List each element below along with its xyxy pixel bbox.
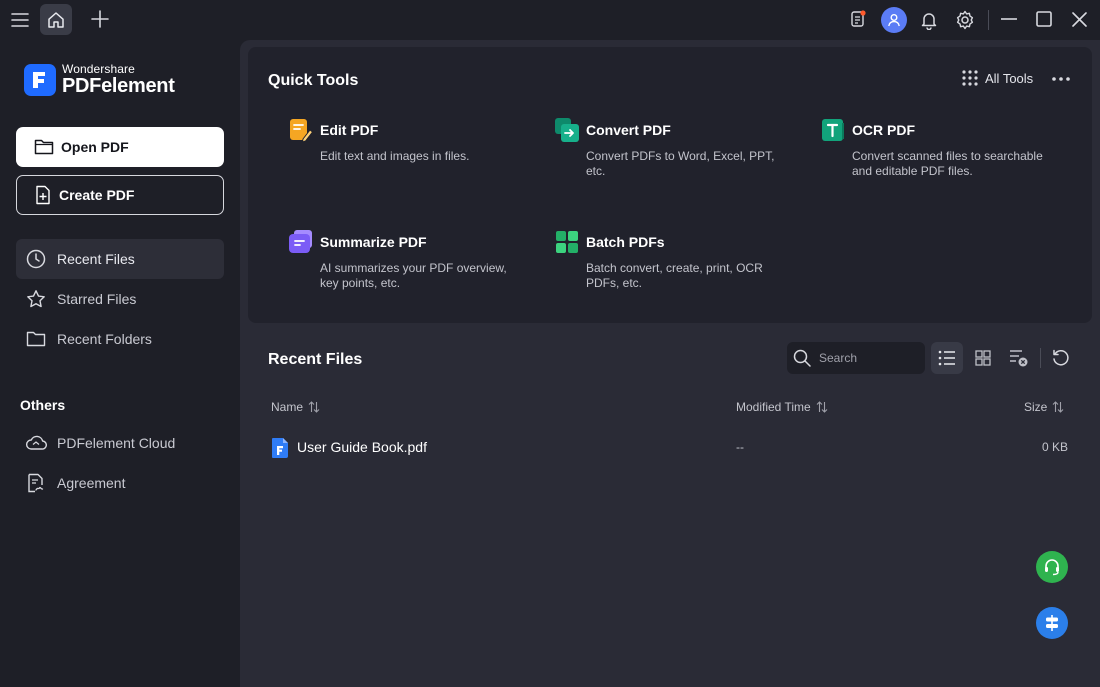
summarize-pdf-icon [288,229,314,255]
tool-name: Batch PDFs [586,234,665,250]
tool-description: Convert PDFs to Word, Excel, PPT, etc. [586,149,775,178]
refresh-button[interactable] [1045,342,1077,374]
ocr-pdf-icon [820,117,846,143]
support-button[interactable] [1036,551,1068,583]
table-row[interactable]: User Guide Book.pdf -- 0 KB [264,430,1076,464]
column-header-label: Name [271,400,304,414]
tool-convert-pdf[interactable]: Convert PDF Convert PDFs to Word, Excel,… [554,117,794,179]
file-size: 0 KB [1041,440,1068,454]
create-pdf-label: Create PDF [59,187,135,203]
tool-ocr-pdf[interactable]: OCR PDF Convert scanned files to searcha… [820,117,1060,179]
title-bar [0,0,1100,40]
open-pdf-label: Open PDF [61,139,129,155]
create-pdf-button[interactable]: Create PDF [16,175,224,215]
grid-dots-icon [962,70,978,86]
new-tab-plus-icon[interactable] [86,5,114,33]
pdfelement-logo-icon [24,63,56,96]
search-input[interactable] [819,351,915,365]
notification-icon[interactable] [848,9,868,29]
agreement-icon [25,472,47,494]
convert-pdf-icon [554,117,580,143]
edit-pdf-icon [288,117,314,143]
tool-name: Edit PDF [320,122,379,138]
create-file-icon [34,185,52,205]
sidebar-item-label: Starred Files [57,291,137,307]
folder-open-icon [34,138,54,156]
tool-description: Convert scanned files to searchable and … [852,149,1043,178]
tool-batch-pdfs[interactable]: Batch PDFs Batch convert, create, print,… [554,229,794,291]
all-tools-button[interactable]: All Tools [962,70,1033,86]
pdf-file-icon [271,437,289,459]
menu-icon[interactable] [6,6,34,34]
bell-icon[interactable] [917,8,941,32]
titlebar-divider [988,10,989,30]
sidebar: Wondershare PDFelement Open PDF Create P… [0,40,240,687]
toolbar-divider [1040,348,1041,368]
main-panel: Quick Tools All Tools Edit PDF Edit text… [240,40,1100,687]
sidebar-item-recent-folders[interactable]: Recent Folders [16,319,224,359]
file-modified-time: -- [736,440,744,454]
batch-pdfs-icon [554,229,580,255]
sidebar-item-pdfelement-cloud[interactable]: PDFelement Cloud [16,423,224,463]
tool-name: Convert PDF [586,122,671,138]
sidebar-item-recent-files[interactable]: Recent Files [16,239,224,279]
layout-guide-button[interactable] [1036,607,1068,639]
sidebar-item-label: Agreement [57,475,126,491]
gear-icon[interactable] [953,8,977,32]
sidebar-item-label: Recent Files [57,251,135,267]
clear-list-icon [1009,349,1029,367]
avatar[interactable] [881,7,907,33]
search-box[interactable] [787,342,925,374]
tool-name: OCR PDF [852,122,915,138]
home-icon[interactable] [40,4,72,35]
file-name: User Guide Book.pdf [297,439,427,455]
tool-description: Edit text and images in files. [320,149,470,163]
grid-view-button[interactable] [967,342,999,374]
sort-icon [1052,401,1064,413]
cloud-icon [25,432,47,454]
app-logo: Wondershare PDFelement [24,63,175,96]
tool-summarize-pdf[interactable]: Summarize PDF AI summarizes your PDF ove… [288,229,528,291]
column-header-name[interactable]: Name [271,400,320,414]
tool-edit-pdf[interactable]: Edit PDF Edit text and images in files. [288,117,528,164]
quick-tools-card: Quick Tools All Tools Edit PDF Edit text… [248,47,1092,323]
sidebar-item-agreement[interactable]: Agreement [16,463,224,503]
sort-icon [816,401,828,413]
recent-files-title: Recent Files [268,351,363,368]
column-header-modified[interactable]: Modified Time [736,400,828,414]
headset-icon [1043,558,1061,576]
folder-icon [25,328,47,350]
brand-large: PDFelement [62,75,175,97]
maximize-icon[interactable] [1031,6,1057,32]
tool-name: Summarize PDF [320,234,427,250]
minimize-icon[interactable] [996,6,1022,32]
refresh-icon [1052,349,1070,367]
all-tools-label: All Tools [985,70,1034,86]
column-header-label: Size [1024,400,1048,414]
more-options-icon[interactable] [1050,70,1072,88]
column-header-size[interactable]: Size [1024,400,1064,414]
column-header-label: Modified Time [736,400,811,414]
others-section-title: Others [20,397,66,413]
sidebar-item-label: PDFelement Cloud [57,435,176,451]
clock-icon [25,248,47,270]
open-pdf-button[interactable]: Open PDF [16,127,224,167]
list-view-icon [938,350,956,366]
clear-list-button[interactable] [1003,342,1035,374]
sidebar-item-starred-files[interactable]: Starred Files [16,279,224,319]
star-icon [25,288,47,310]
tool-description: Batch convert, create, print, OCR PDFs, … [586,261,763,290]
sidebar-item-label: Recent Folders [57,331,152,347]
sort-icon [308,401,320,413]
search-icon [793,349,811,367]
brand-small: Wondershare [62,62,135,76]
tool-description: AI summarizes your PDF overview, key poi… [320,261,507,290]
grid-view-icon [975,350,991,366]
close-icon[interactable] [1066,6,1092,32]
signpost-icon [1043,614,1061,632]
list-view-button[interactable] [931,342,963,374]
quick-tools-title: Quick Tools [268,72,359,89]
